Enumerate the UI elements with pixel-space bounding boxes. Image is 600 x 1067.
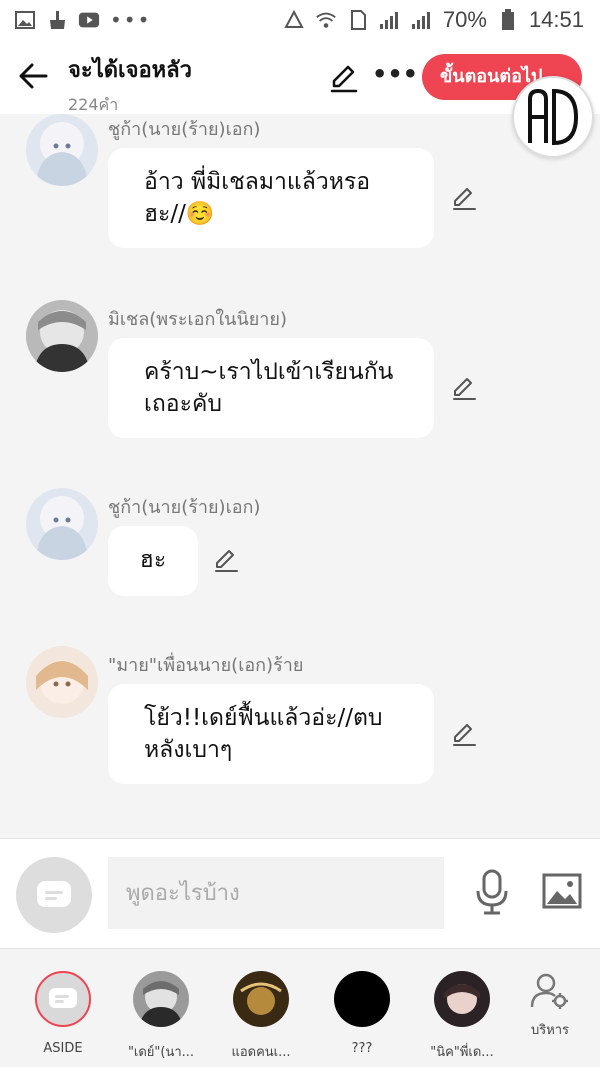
manage-button[interactable]: บริหาร	[500, 971, 600, 1040]
sim-icon	[347, 10, 369, 30]
more-notifications-icon: •••	[110, 8, 152, 32]
character-label: ASIDE	[43, 1041, 83, 1056]
avatar[interactable]	[26, 114, 98, 186]
character-admin[interactable]: แอดคนเ...	[211, 971, 311, 1062]
back-button[interactable]	[16, 58, 52, 94]
arrow-left-icon	[19, 63, 48, 89]
signal-2-icon	[411, 10, 433, 30]
user-settings-icon	[530, 971, 570, 1011]
message-bubble[interactable]: ฮะ	[108, 526, 198, 596]
avatar	[334, 971, 390, 1027]
sender-name: ชูก้า(นาย(ร้าย)เอก)	[108, 119, 261, 140]
pencil-icon	[453, 188, 476, 210]
message-composer	[0, 838, 600, 948]
avatar[interactable]	[26, 488, 98, 560]
status-system: 70% 14:51	[283, 7, 584, 33]
wifi-icon	[315, 10, 337, 30]
edit-message-button[interactable]	[212, 546, 240, 574]
avatar[interactable]	[26, 300, 98, 372]
more-horizontal-icon: •••	[372, 60, 419, 88]
sender-name: มิเชล(พระเอกในนิยาย)	[108, 309, 287, 330]
app-logo	[512, 76, 594, 158]
message-input[interactable]	[108, 857, 444, 929]
image-button[interactable]	[542, 873, 582, 909]
avatar	[133, 971, 189, 1027]
character-bar: ASIDE "เดย์"(นา... แอดคนเ... ??? "นิค"พี…	[0, 948, 600, 1067]
chat-area[interactable]: ชูก้า(นาย(ร้าย)เอก) อ้าว พี่มิเชลมาแล้วห…	[0, 114, 600, 838]
image-icon	[542, 873, 582, 909]
character-aside[interactable]: ASIDE	[13, 971, 113, 1056]
gallery-notification-icon	[14, 10, 36, 30]
pencil-icon	[453, 378, 476, 400]
pencil-icon	[453, 724, 476, 746]
manage-label: บริหาร	[530, 1023, 570, 1038]
battery-icon	[497, 9, 519, 30]
character-day[interactable]: "เดย์"(นา...	[111, 971, 211, 1062]
status-bar: ••• 70% 14:51	[0, 0, 600, 40]
page-title: จะได้เจอหลัว	[68, 58, 193, 83]
character-nick[interactable]: "นิค"พี่เด...	[412, 971, 512, 1062]
sender-name: ชูก้า(นาย(ร้าย)เอก)	[108, 497, 261, 518]
chat-bubble-icon	[37, 881, 71, 907]
character-label: ???	[351, 1041, 373, 1056]
data-saver-icon	[283, 10, 305, 30]
microphone-button[interactable]	[474, 869, 510, 915]
status-notifications: •••	[14, 8, 151, 32]
signal-1-icon	[379, 10, 401, 30]
ao-logo-icon	[528, 88, 579, 146]
more-options-button[interactable]: •••	[372, 62, 418, 90]
avatar	[434, 971, 490, 1027]
microphone-icon	[476, 869, 508, 915]
character-label: แอดคนเ...	[231, 1045, 291, 1060]
chat-bubble-icon	[49, 988, 77, 1008]
avatar	[35, 971, 91, 1027]
pencil-icon	[215, 550, 238, 572]
broom-notification-icon	[46, 10, 68, 30]
message-bubble[interactable]: อ้าว พี่มิเชลมาแล้วหรอ ฮะ//☺️	[108, 148, 434, 248]
app-header: จะได้เจอหลัว 224คำ ••• ขั้นตอนต่อไป	[0, 40, 600, 114]
title-block: จะได้เจอหลัว 224คำ	[68, 52, 192, 118]
clock: 14:51	[528, 7, 584, 32]
character-label: "นิค"พี่เด...	[430, 1045, 494, 1060]
message-bubble[interactable]: โย้ว!!เดย์ฟื้นแล้วอ่ะ//ตบ หลังเบาๆ	[108, 684, 434, 784]
battery-percent: 70%	[442, 7, 487, 32]
avatar[interactable]	[26, 646, 98, 718]
character-label: "เดย์"(นา...	[127, 1045, 195, 1060]
edit-message-button[interactable]	[450, 184, 478, 212]
edit-message-button[interactable]	[450, 374, 478, 402]
avatar	[233, 971, 289, 1027]
youtube-notification-icon	[78, 10, 100, 30]
edit-message-button[interactable]	[450, 720, 478, 748]
sender-name: "มาย"เพื่อนนาย(เอก)ร้าย	[108, 655, 304, 676]
message-bubble[interactable]: คร้าบ~เราไปเข้าเรียนกัน เถอะคับ	[108, 338, 434, 438]
aside-toggle-button[interactable]	[16, 857, 92, 933]
edit-button[interactable]	[328, 62, 360, 94]
pencil-icon	[330, 65, 358, 93]
character-unknown[interactable]: ???	[312, 971, 412, 1056]
